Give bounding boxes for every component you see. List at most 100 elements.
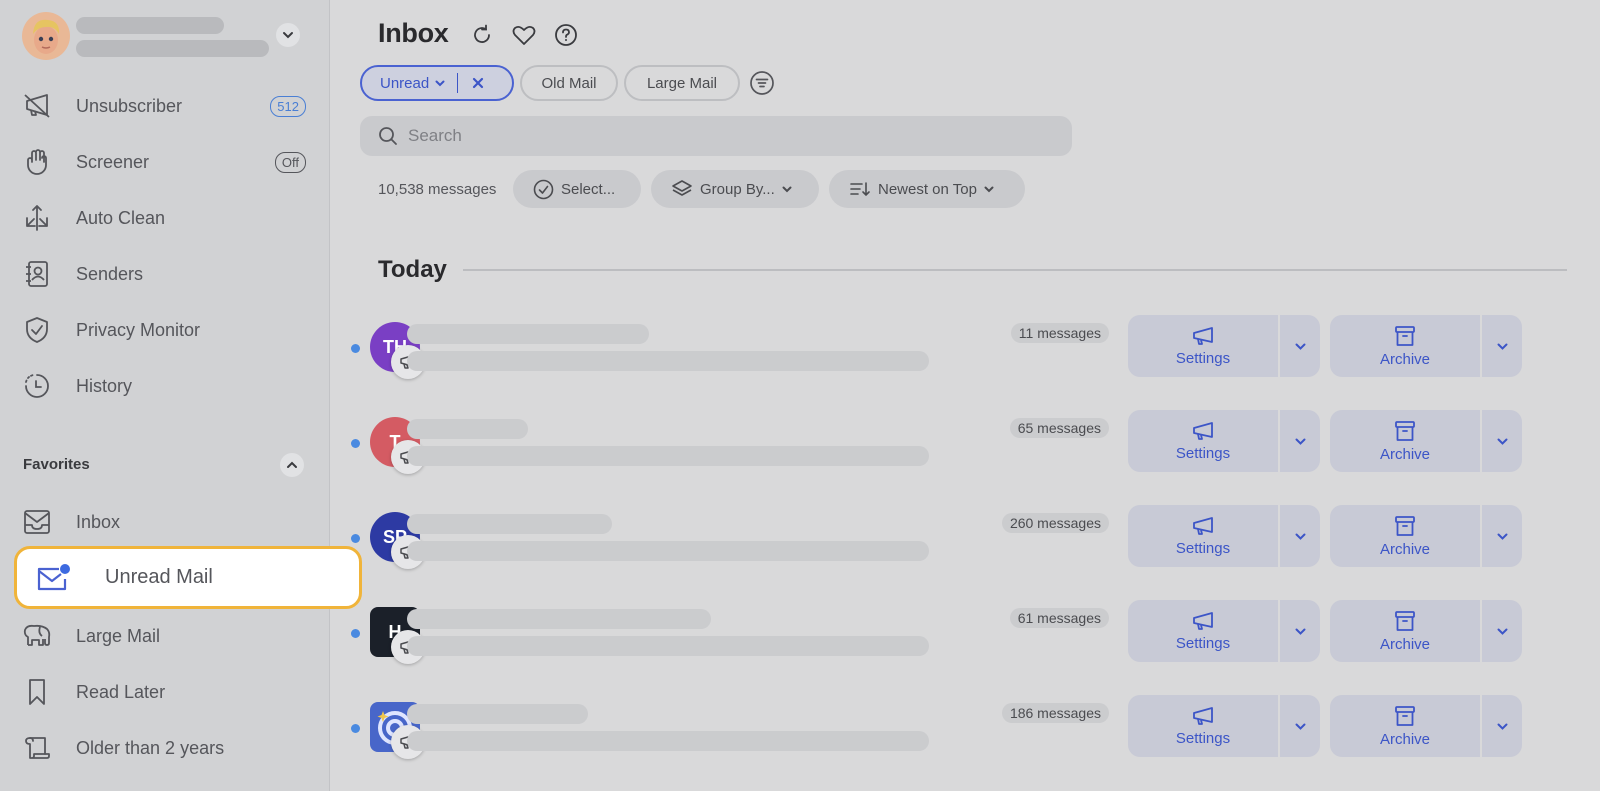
sidebar-item-label: Read Later xyxy=(76,681,166,702)
clear-filter-icon[interactable] xyxy=(472,77,484,89)
sender-row[interactable]: TH 11 messages May 30, 2022 – 3:35 PM Se… xyxy=(351,315,1576,379)
archive-dropdown-button[interactable] xyxy=(1482,410,1522,472)
sender-row[interactable]: 186 messages July 8, 2022 – 2:07 AM Sett… xyxy=(351,695,1576,759)
select-label: Select... xyxy=(561,180,616,198)
archive-action-group: Archive xyxy=(1330,410,1522,472)
archive-box-icon xyxy=(1395,705,1415,726)
envelope-unread-icon xyxy=(35,563,71,593)
chevron-down-icon xyxy=(1497,533,1507,540)
settings-dropdown-button[interactable] xyxy=(1280,410,1320,472)
settings-label: Settings xyxy=(1175,539,1231,557)
subject-redacted xyxy=(407,636,929,656)
archive-button[interactable]: Archive xyxy=(1330,315,1480,377)
chevron-down-icon xyxy=(1295,533,1305,540)
account-profile[interactable] xyxy=(22,12,312,62)
search-input[interactable] xyxy=(408,126,1008,146)
sidebar-item-read-later[interactable]: Read Later xyxy=(22,672,312,712)
filter-lines-icon[interactable] xyxy=(749,70,775,96)
sidebar-item-senders[interactable]: Senders xyxy=(22,254,312,294)
archive-button[interactable]: Archive xyxy=(1330,505,1480,567)
search-bar xyxy=(360,116,1072,156)
help-icon[interactable] xyxy=(553,22,579,48)
megaphone-icon xyxy=(1193,326,1213,345)
filter-chip-unread[interactable]: Unread xyxy=(360,65,514,101)
sidebar-item-older-than-2-years[interactable]: Older than 2 years xyxy=(22,728,312,768)
archive-dropdown-button[interactable] xyxy=(1482,505,1522,567)
history-clock-icon xyxy=(22,371,52,401)
settings-dropdown-button[interactable] xyxy=(1280,600,1320,662)
archive-button[interactable]: Archive xyxy=(1330,695,1480,757)
sidebar-item-privacy-monitor[interactable]: Privacy Monitor xyxy=(22,310,312,350)
screener-status-toggle[interactable]: Off xyxy=(274,151,306,173)
settings-label: Settings xyxy=(1175,349,1231,367)
sender-name-redacted xyxy=(407,324,649,344)
archive-dropdown-button[interactable] xyxy=(1482,695,1522,757)
sidebar-item-large-mail[interactable]: Large Mail xyxy=(22,616,312,656)
section-header-today: Today xyxy=(378,256,447,283)
archive-button[interactable]: Archive xyxy=(1330,600,1480,662)
sidebar-item-inbox[interactable]: Inbox xyxy=(22,502,312,542)
chevron-down-icon xyxy=(1497,438,1507,445)
sort-button[interactable]: Newest on Top xyxy=(829,170,1025,208)
subject-redacted xyxy=(407,731,929,751)
group-by-button[interactable]: Group By... xyxy=(651,170,819,208)
unread-indicator xyxy=(351,439,360,448)
chevron-down-icon xyxy=(435,80,445,86)
page-title: Inbox xyxy=(378,18,449,48)
chip-divider xyxy=(457,73,459,93)
filter-chip-label: Unread xyxy=(380,74,430,92)
row-meta: 65 messages ember 17, 2022 – 3:26 PM xyxy=(931,410,1109,474)
sender-row[interactable]: T 65 messages ember 17, 2022 – 3:26 PM S… xyxy=(351,410,1576,474)
contact-book-icon xyxy=(22,259,52,289)
settings-button[interactable]: Settings xyxy=(1128,600,1278,662)
refresh-icon[interactable] xyxy=(469,22,495,48)
filter-chip-old-mail[interactable]: Old Mail xyxy=(520,65,618,101)
archive-dropdown-button[interactable] xyxy=(1482,600,1522,662)
megaphone-icon xyxy=(1193,421,1213,440)
settings-dropdown-button[interactable] xyxy=(1280,315,1320,377)
sidebar-item-history[interactable]: History xyxy=(22,366,312,406)
sidebar-item-screener[interactable]: Screener Off xyxy=(22,142,312,182)
message-count-badge: 11 messages xyxy=(1010,323,1109,343)
archive-label: Archive xyxy=(1379,635,1431,653)
sidebar-item-label: Senders xyxy=(76,263,144,284)
heart-icon[interactable] xyxy=(511,22,537,48)
sidebar-item-label: Inbox xyxy=(76,511,121,532)
message-count-badge: 65 messages xyxy=(1009,418,1109,438)
sender-name-redacted xyxy=(407,704,588,724)
archive-label: Archive xyxy=(1379,540,1431,558)
sender-row[interactable]: SP 260 messages June 11, 2022 – 2:02 PM … xyxy=(351,505,1576,569)
filter-chip-label: Large Mail xyxy=(646,74,718,92)
settings-button[interactable]: Settings xyxy=(1128,505,1278,567)
subject-redacted xyxy=(407,351,929,371)
chevron-up-icon[interactable] xyxy=(280,453,304,477)
sender-row[interactable]: H 61 messages ember 16, 2022 – 1:37 PM S… xyxy=(351,600,1576,664)
settings-dropdown-button[interactable] xyxy=(1280,505,1320,567)
settings-dropdown-button[interactable] xyxy=(1280,695,1320,757)
unread-indicator xyxy=(351,534,360,543)
settings-button[interactable]: Settings xyxy=(1128,410,1278,472)
megaphone-icon xyxy=(1193,706,1213,725)
select-button[interactable]: Select... xyxy=(513,170,641,208)
chevron-down-icon xyxy=(1295,343,1305,350)
sender-name-redacted xyxy=(407,514,612,534)
account-name-redacted xyxy=(76,17,224,34)
filter-chip-large-mail[interactable]: Large Mail xyxy=(624,65,740,101)
sidebar-item-label: Screener xyxy=(76,151,150,172)
message-count-badge: 260 messages xyxy=(1001,513,1109,533)
message-count-badge: 61 messages xyxy=(1009,608,1109,628)
archive-button[interactable]: Archive xyxy=(1330,410,1480,472)
archive-dropdown-button[interactable] xyxy=(1482,315,1522,377)
chevron-down-icon xyxy=(1295,438,1305,445)
settings-button[interactable]: Settings xyxy=(1128,315,1278,377)
settings-button[interactable]: Settings xyxy=(1128,695,1278,757)
sidebar-item-unread-mail[interactable]: Unread Mail xyxy=(14,546,362,609)
sidebar-item-unsubscriber[interactable]: Unsubscriber 512 xyxy=(22,86,312,126)
archive-box-icon xyxy=(1395,420,1415,441)
chevron-down-icon xyxy=(1295,628,1305,635)
chevron-down-icon[interactable] xyxy=(276,23,300,47)
section-divider xyxy=(463,269,1567,271)
sidebar-item-auto-clean[interactable]: Auto Clean xyxy=(22,198,312,238)
chevron-down-icon xyxy=(1497,723,1507,730)
filter-chip-label: Old Mail xyxy=(541,74,597,92)
